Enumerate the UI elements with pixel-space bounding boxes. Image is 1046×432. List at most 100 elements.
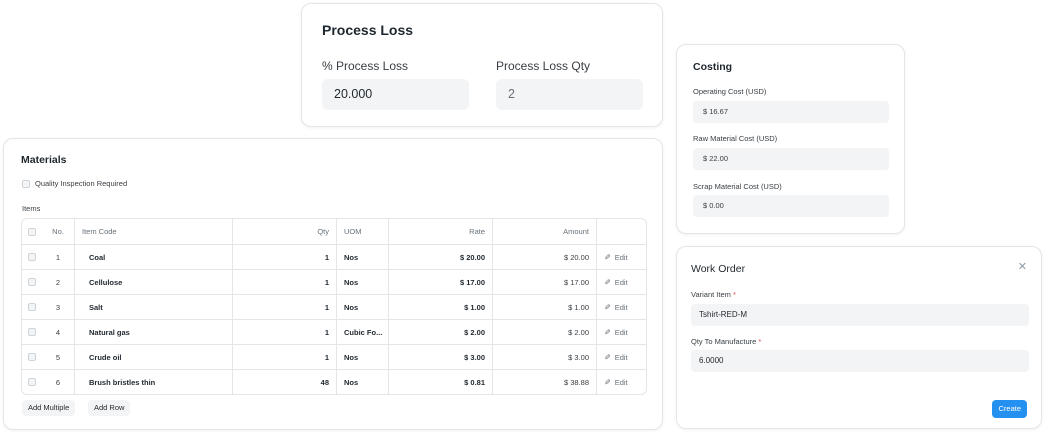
items-table: No. Item Code Qty UOM Rate Amount 1 Coal 1… [21, 218, 647, 395]
column-item-code: Item Code [74, 219, 232, 244]
item-code-cell: Crude oil [74, 345, 232, 369]
row-checkbox[interactable] [28, 278, 36, 286]
row-checkbox[interactable] [28, 253, 36, 261]
table-body: 1 Coal 1 Nos $ 20.00 $ 20.00 ✎ Edit 2 Cellulose 1 N… [22, 244, 646, 394]
edit-row-button[interactable]: ✎ Edit [596, 345, 646, 369]
qty-to-manufacture-label: Qty To Manufacture * [691, 337, 761, 346]
process-loss-percent-field[interactable]: 20.000 [322, 79, 469, 110]
required-marker: * [758, 337, 762, 346]
process-loss-qty-label: Process Loss Qty [496, 59, 591, 73]
operating-cost-label: Operating Cost (USD) [693, 87, 767, 96]
required-marker: * [732, 290, 736, 299]
add-multiple-button[interactable]: Add Multiple [22, 400, 76, 416]
qty-cell: 48 [232, 370, 336, 394]
scrap-material-cost-field[interactable]: $ 0.00 [693, 195, 889, 217]
row-number: 4 [55, 327, 61, 337]
raw-material-cost-label: Raw Material Cost (USD) [693, 134, 778, 143]
qty-cell: 1 [232, 320, 336, 344]
edit-row-button[interactable]: ✎ Edit [596, 245, 646, 269]
rate-cell: $ 2.00 [388, 320, 492, 344]
edit-row-button[interactable]: ✎ Edit [596, 295, 646, 319]
edit-label: Edit [614, 252, 628, 262]
uom-cell: Cubic Fo... [336, 320, 388, 344]
qty-cell: 1 [232, 345, 336, 369]
row-checkbox-cell [22, 270, 42, 294]
column-qty: Qty [232, 219, 336, 244]
select-all-cell [22, 219, 42, 244]
column-rate: Rate [388, 219, 492, 244]
quality-inspection-checkbox[interactable] [22, 180, 30, 189]
column-uom: UOM [336, 219, 388, 244]
pencil-icon: ✎ [604, 252, 611, 262]
item-code-cell: Coal [74, 245, 232, 269]
work-order-dialog: Work Order ✕ Variant Item * Tshirt-RED-M… [676, 246, 1042, 429]
rate-cell: $ 20.00 [388, 245, 492, 269]
table-row[interactable]: 1 Coal 1 Nos $ 20.00 $ 20.00 ✎ Edit [22, 244, 646, 269]
edit-row-button[interactable]: ✎ Edit [596, 270, 646, 294]
process-loss-title: Process Loss [322, 22, 414, 38]
uom-cell: Nos [336, 345, 388, 369]
process-loss-card: Process Loss % Process Loss 20.000 Proce… [301, 3, 663, 127]
rate-cell: $ 1.00 [388, 295, 492, 319]
scrap-material-cost-label: Scrap Material Cost (USD) [693, 182, 782, 191]
work-order-title: Work Order [691, 263, 746, 275]
process-loss-qty-field[interactable]: 2 [496, 79, 643, 110]
costing-card: Costing Operating Cost (USD) $ 16.67 Raw… [676, 44, 905, 234]
row-checkbox[interactable] [28, 353, 36, 361]
close-icon[interactable]: ✕ [1018, 260, 1027, 273]
rate-cell: $ 17.00 [388, 270, 492, 294]
edit-row-button[interactable]: ✎ Edit [596, 370, 646, 394]
item-code-cell: Salt [74, 295, 232, 319]
amount-cell: $ 3.00 [492, 345, 596, 369]
variant-item-label: Variant Item * [691, 290, 736, 299]
items-label: Items [22, 204, 41, 213]
row-checkbox-cell [22, 370, 42, 394]
edit-label: Edit [614, 377, 628, 387]
add-row-button[interactable]: Add Row [88, 400, 131, 416]
table-row[interactable]: 4 Natural gas 1 Cubic Fo... $ 2.00 $ 2.00 ✎ Edi… [22, 319, 646, 344]
amount-cell: $ 1.00 [492, 295, 596, 319]
amount-cell: $ 38.88 [492, 370, 596, 394]
variant-item-field[interactable]: Tshirt-RED-M [691, 304, 1029, 326]
edit-label: Edit [614, 277, 628, 287]
row-number: 6 [55, 377, 61, 387]
pencil-icon: ✎ [604, 277, 611, 287]
rate-cell: $ 0.81 [388, 370, 492, 394]
qty-cell: 1 [232, 295, 336, 319]
table-row[interactable]: 5 Crude oil 1 Nos $ 3.00 $ 3.00 ✎ Edit [22, 344, 646, 369]
uom-cell: Nos [336, 295, 388, 319]
materials-title: Materials [21, 154, 67, 166]
edit-label: Edit [614, 327, 628, 337]
item-code-cell: Natural gas [74, 320, 232, 344]
create-button[interactable]: Create [992, 400, 1027, 418]
qty-cell: 1 [232, 245, 336, 269]
row-checkbox-cell [22, 320, 42, 344]
table-row[interactable]: 3 Salt 1 Nos $ 1.00 $ 1.00 ✎ Edit [22, 294, 646, 319]
column-edit [596, 219, 646, 244]
pencil-icon: ✎ [604, 327, 611, 337]
row-number: 2 [55, 277, 61, 287]
amount-cell: $ 17.00 [492, 270, 596, 294]
operating-cost-field[interactable]: $ 16.67 [693, 101, 889, 123]
edit-row-button[interactable]: ✎ Edit [596, 320, 646, 344]
variant-item-label-text: Variant Item [691, 290, 731, 299]
row-checkbox-cell [22, 245, 42, 269]
process-loss-percent-label: % Process Loss [322, 59, 409, 73]
row-number: 5 [55, 352, 61, 362]
table-row[interactable]: 2 Cellulose 1 Nos $ 17.00 $ 17.00 ✎ Edit [22, 269, 646, 294]
select-all-checkbox[interactable] [28, 227, 36, 236]
uom-cell: Nos [336, 370, 388, 394]
qty-to-manufacture-field[interactable]: 6.0000 [691, 350, 1029, 372]
raw-material-cost-field[interactable]: $ 22.00 [693, 148, 889, 170]
pencil-icon: ✎ [604, 302, 611, 312]
item-code-cell: Brush bristles thin [74, 370, 232, 394]
quality-inspection-row: Quality Inspection Required [22, 179, 128, 189]
row-number: 1 [55, 252, 61, 262]
quality-inspection-label: Quality Inspection Required [35, 179, 128, 188]
row-checkbox[interactable] [28, 303, 36, 311]
row-checkbox[interactable] [28, 328, 36, 336]
uom-cell: Nos [336, 270, 388, 294]
row-number: 3 [55, 302, 61, 312]
row-checkbox[interactable] [28, 378, 36, 386]
table-row[interactable]: 6 Brush bristles thin 48 Nos $ 0.81 $ 38.88 ✎ E… [22, 369, 646, 394]
